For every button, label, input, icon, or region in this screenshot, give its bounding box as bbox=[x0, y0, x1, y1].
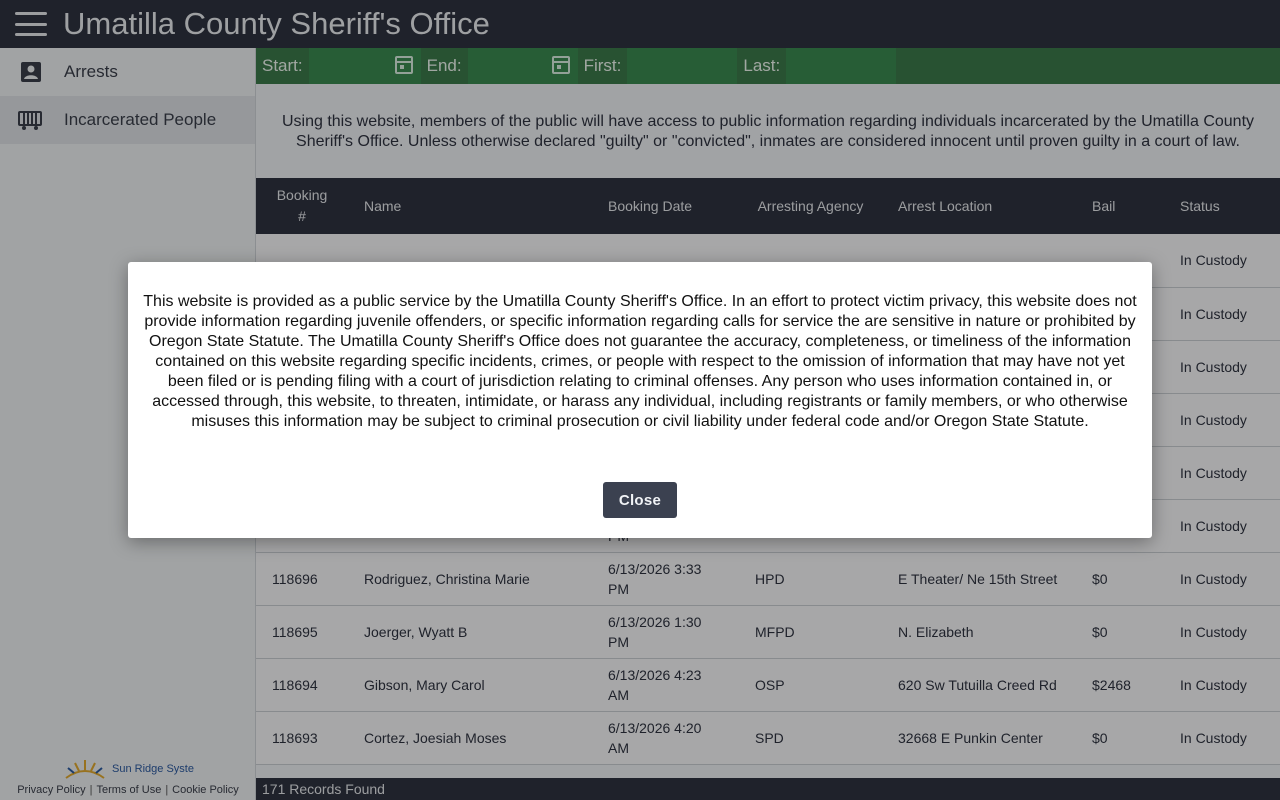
close-button[interactable]: Close bbox=[603, 482, 677, 518]
disclaimer-text: This website is provided as a public ser… bbox=[143, 293, 1137, 430]
disclaimer-modal: This website is provided as a public ser… bbox=[128, 262, 1152, 538]
